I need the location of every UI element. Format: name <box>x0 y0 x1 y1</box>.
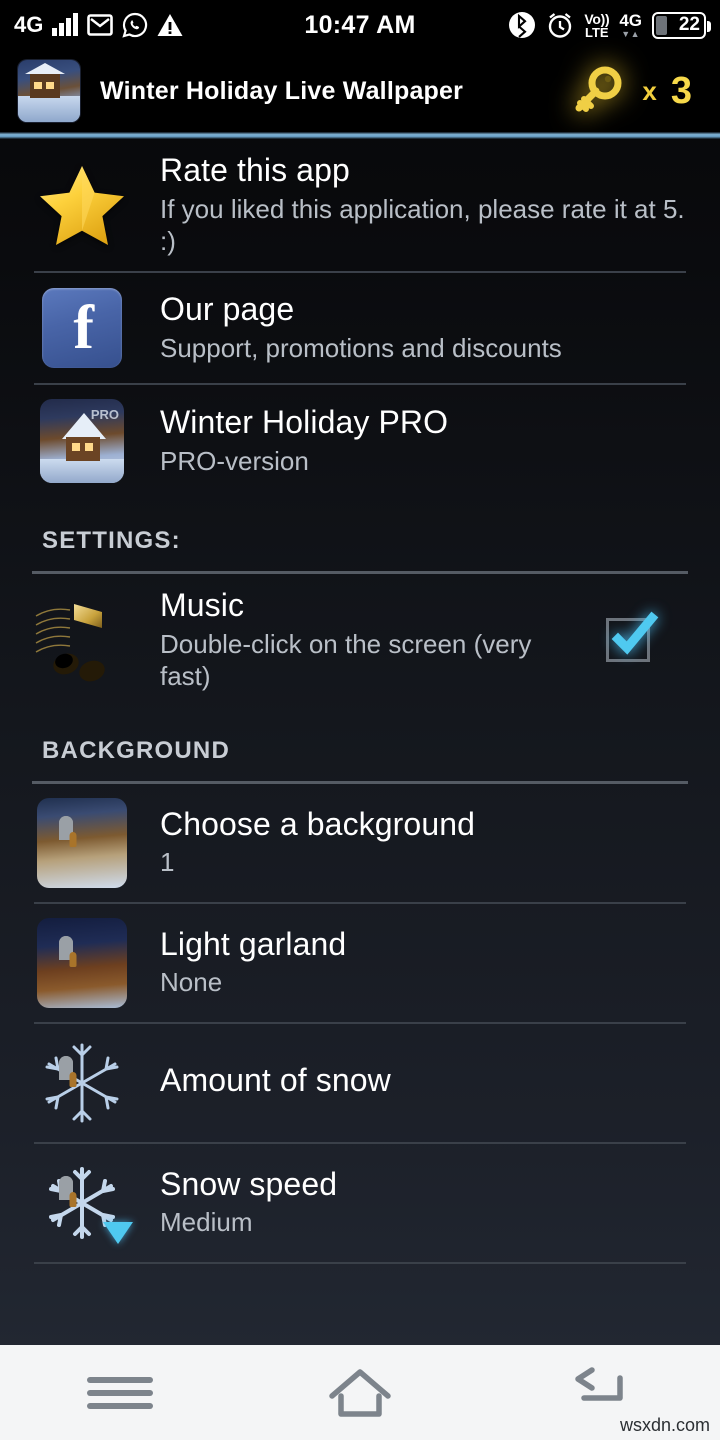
triangle-down-icon[interactable] <box>103 1221 133 1244</box>
item-texts: Music Double-click on the screen (very f… <box>160 587 606 692</box>
item-texts: Amount of snow <box>160 1061 720 1103</box>
volte-bottom-label: LTE <box>585 24 609 40</box>
alarm-clock-icon <box>546 11 574 39</box>
list-item-title: Light garland <box>160 925 347 962</box>
item-texts: Winter Holiday PRO PRO-version <box>160 404 720 477</box>
list-item-title: Snow speed <box>160 1165 338 1202</box>
section-header-background: BACKGROUND <box>42 736 230 764</box>
thumbnail <box>34 164 130 246</box>
volte-icon: Vo)) LTE <box>584 12 609 39</box>
list-item-title: Music <box>160 587 245 624</box>
list-item-rate-this-app[interactable]: Rate this app If you liked this applicat… <box>0 139 720 271</box>
watermark: wsxdn.com <box>619 1415 710 1435</box>
list-item-subtitle: 1 <box>160 847 175 878</box>
padlock-icon <box>59 935 105 961</box>
list-item-title: Our page <box>160 291 295 328</box>
list-item-choose-a-background[interactable]: Choose a background 1 <box>0 784 720 902</box>
battery-icon: 22 <box>652 11 711 39</box>
list-item-subtitle: If you liked this application, please ra… <box>160 193 685 257</box>
thumbnail <box>34 1158 133 1248</box>
header-accent-divider <box>0 132 720 139</box>
list-item-our-page[interactable]: f Our page Support, promotions and disco… <box>0 273 720 383</box>
thumbnail <box>34 594 130 686</box>
locked-cabin-icon <box>37 797 127 888</box>
item-texts: Rate this app If you liked this applicat… <box>160 152 720 257</box>
battery-level-label: 22 <box>678 14 700 35</box>
list-item-subtitle: Support, promotions and discounts <box>160 333 562 364</box>
system-nav-bar: wsxdn.com <box>0 1345 720 1440</box>
mail-icon <box>87 13 113 37</box>
padlock-icon <box>59 1175 105 1201</box>
item-texts: Choose a background 1 <box>160 805 720 879</box>
key-count-label: 3 <box>670 70 692 112</box>
item-texts: Snow speed Medium <box>160 1165 720 1239</box>
app-header-bar: Winter Holiday Live Wallpaper x 3 <box>0 50 720 132</box>
network-type-label: 4G <box>14 12 44 37</box>
music-notes-icon <box>30 594 134 686</box>
thumbnail <box>34 1038 130 1128</box>
padlock-icon <box>59 1055 105 1081</box>
list-item-title: Amount of snow <box>160 1061 391 1098</box>
thumbnail <box>34 797 130 888</box>
signal-bars-icon <box>52 13 78 36</box>
gold-star-icon <box>39 164 125 246</box>
list-item-subtitle: None <box>160 967 223 998</box>
facebook-icon: f <box>42 288 122 369</box>
network-type-2-icon: 4G ▼▲ <box>619 12 642 39</box>
item-texts: Light garland None <box>160 925 720 999</box>
list-item-light-garland[interactable]: Light garland None <box>0 904 720 1022</box>
key-counter[interactable]: x 3 <box>570 65 702 117</box>
winter-holiday-pro-icon: PRO <box>40 399 124 484</box>
status-bar: 4G 10:47 AM Vo)) LTE 4G ▼▲ 22 <box>0 0 720 50</box>
battery-fill <box>656 15 667 35</box>
list-item-subtitle: PRO-version <box>160 446 309 477</box>
key-multiplier-label: x <box>642 75 657 106</box>
checkmark-icon <box>605 609 661 665</box>
warning-triangle-icon <box>157 13 183 37</box>
item-texts: Our page Support, promotions and discoun… <box>160 291 720 364</box>
network-type-2-label: 4G <box>619 10 642 30</box>
locked-snowflake-icon <box>37 1038 127 1128</box>
list-item-subtitle: Medium <box>160 1207 253 1238</box>
pro-badge-label: PRO <box>90 407 119 423</box>
divider <box>34 1261 686 1264</box>
volte-top-label: Vo)) <box>584 10 610 27</box>
section-header-settings: SETTINGS: <box>42 527 181 555</box>
locked-snowflake-icon <box>37 1158 133 1248</box>
whatsapp-icon <box>122 12 148 38</box>
status-bar-right: Vo)) LTE 4G ▼▲ 22 <box>508 11 711 39</box>
list-item-subtitle: Double-click on the screen (very fast) <box>160 629 532 692</box>
menu-icon[interactable] <box>60 1358 180 1428</box>
bluetooth-icon <box>508 11 536 39</box>
list-item-snow-speed[interactable]: Snow speed Medium <box>0 1144 720 1262</box>
list-item-music[interactable]: Music Double-click on the screen (very f… <box>0 574 720 706</box>
locked-garland-cabin-icon <box>37 917 127 1008</box>
list-item-title: Rate this app <box>160 152 350 188</box>
music-checkbox[interactable] <box>606 612 659 663</box>
data-arrows-icon: ▼▲ <box>621 28 641 39</box>
list-item-title: Choose a background <box>160 805 476 842</box>
list-item-winter-holiday-pro[interactable]: PRO Winter Holiday PRO PRO-version <box>0 385 720 497</box>
winter-cabin-app-icon <box>18 60 80 122</box>
settings-list: Rate this app If you liked this applicat… <box>0 139 720 1264</box>
thumbnail: f <box>34 288 130 369</box>
page-title: Winter Holiday Live Wallpaper <box>100 76 464 105</box>
phone-screen: 4G 10:47 AM Vo)) LTE 4G ▼▲ 22 Winter Hol… <box>0 0 720 1440</box>
gold-key-icon[interactable] <box>570 65 628 117</box>
home-icon[interactable] <box>300 1358 420 1428</box>
status-bar-left: 4G <box>14 12 183 38</box>
padlock-icon <box>59 815 105 841</box>
list-item-title: Winter Holiday PRO <box>160 404 449 441</box>
thumbnail: PRO <box>34 399 130 484</box>
list-item-amount-of-snow[interactable]: Amount of snow <box>0 1024 720 1142</box>
thumbnail <box>34 917 130 1008</box>
